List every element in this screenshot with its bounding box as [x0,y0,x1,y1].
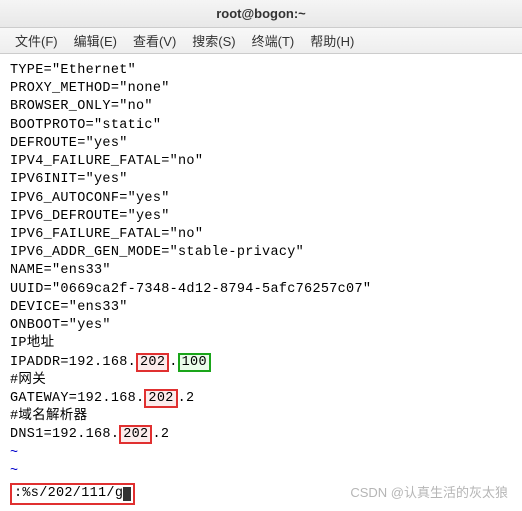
cfg-ipv4ff: IPV4_FAILURE_FATAL="no" [10,153,512,171]
cfg-dns-label: #域名解析器 [10,408,512,426]
cfg-ipv6def: IPV6_DEFROUTE="yes" [10,208,512,226]
terminal-output[interactable]: TYPE="Ethernet" PROXY_METHOD="none" BROW… [0,54,522,509]
cfg-browser: BROWSER_ONLY="no" [10,98,512,116]
menu-help[interactable]: 帮助(H) [305,29,359,52]
cfg-proxy: PROXY_METHOD="none" [10,80,512,98]
vim-tilde: ~ [10,445,512,463]
ipaddr-octet4: 100 [178,353,211,372]
ipaddr-dot: . [169,355,177,370]
cfg-ipaddr-label: IP地址 [10,335,512,353]
ipaddr-octet3: 202 [136,353,169,372]
gateway-suffix: .2 [178,391,195,406]
cfg-uuid: UUID="0669ca2f-7348-4d12-8794-5afc76257c… [10,281,512,299]
cfg-ipaddr: IPADDR=192.168.202.100 [10,354,512,372]
cfg-name: NAME="ens33" [10,262,512,280]
cfg-defroute: DEFROUTE="yes" [10,135,512,153]
gateway-prefix: GATEWAY=192.168. [10,391,144,406]
cfg-ipv6auto: IPV6_AUTOCONF="yes" [10,190,512,208]
cfg-onboot: ONBOOT="yes" [10,317,512,335]
menubar: 文件(F) 编辑(E) 查看(V) 搜索(S) 终端(T) 帮助(H) [0,28,522,54]
cfg-gateway: GATEWAY=192.168.202.2 [10,390,512,408]
menu-view[interactable]: 查看(V) [128,29,181,52]
cfg-ipv6addr: IPV6_ADDR_GEN_MODE="stable-privacy" [10,244,512,262]
cfg-ipv6init: IPV6INIT="yes" [10,171,512,189]
vim-tilde: ~ [10,463,512,481]
dns-octet3: 202 [119,425,152,444]
gateway-octet3: 202 [144,389,177,408]
menu-edit[interactable]: 编辑(E) [69,29,122,52]
cfg-gateway-label: #网关 [10,372,512,390]
ipaddr-prefix: IPADDR=192.168. [10,355,136,370]
cursor-icon [123,487,131,501]
cfg-type: TYPE="Ethernet" [10,62,512,80]
cfg-device: DEVICE="ens33" [10,299,512,317]
vim-command-highlight: :%s/202/111/g [10,483,135,505]
dns-prefix: DNS1=192.168. [10,427,119,442]
cfg-dns: DNS1=192.168.202.2 [10,426,512,444]
dns-suffix: .2 [152,427,169,442]
cfg-bootproto: BOOTPROTO="static" [10,117,512,135]
watermark: CSDN @认真生活的灰太狼 [350,482,508,501]
window-titlebar: root@bogon:~ [0,0,522,28]
vim-command-line[interactable]: :%s/202/111/g [12,485,133,502]
menu-search[interactable]: 搜索(S) [187,29,240,52]
menu-file[interactable]: 文件(F) [10,29,63,52]
cfg-ipv6ff: IPV6_FAILURE_FATAL="no" [10,226,512,244]
menu-terminal[interactable]: 终端(T) [247,29,300,52]
vim-command-text: :%s/202/111/g [14,486,123,501]
window-title: root@bogon:~ [216,6,306,21]
